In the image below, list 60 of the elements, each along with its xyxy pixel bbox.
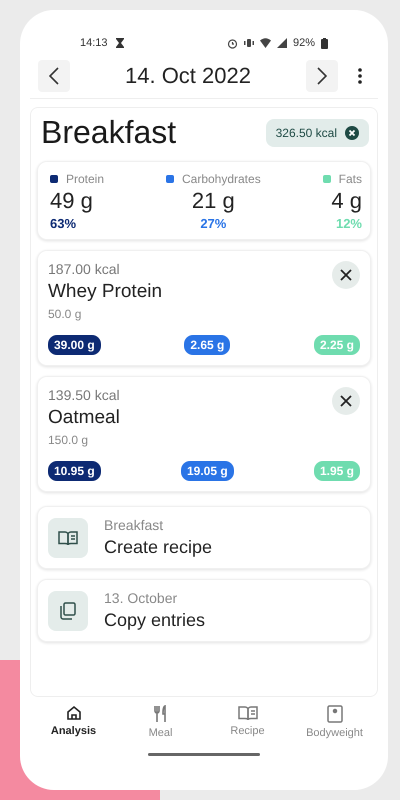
- macro-name: Fats: [338, 172, 362, 186]
- action-caption: Breakfast: [104, 517, 164, 533]
- status-time: 14:13: [80, 37, 108, 49]
- macro-amount-pill: 19.05 g: [180, 461, 234, 481]
- macro-name: Carbohydrates: [182, 172, 261, 186]
- macro-amount: 4 g: [331, 188, 362, 214]
- action-card[interactable]: 13. October Copy entries: [37, 579, 371, 642]
- wifi-icon: [260, 38, 271, 48]
- action-card[interactable]: Breakfast Create recipe: [37, 506, 371, 569]
- close-icon: [339, 394, 353, 408]
- home-icon: [66, 705, 82, 721]
- clear-icon: [345, 126, 359, 140]
- more-icon: [358, 68, 362, 84]
- meal-title: Breakfast: [41, 114, 176, 151]
- battery-icon: [321, 38, 328, 48]
- action-label: Create recipe: [104, 537, 212, 558]
- macro-percent: 63%: [50, 216, 76, 231]
- macro-amount: 21 g: [192, 188, 235, 214]
- entry-weight: 50.0 g: [48, 307, 82, 321]
- nav-tab[interactable]: Recipe: [208, 705, 288, 739]
- macro-percent: 27%: [200, 216, 226, 231]
- alarm-icon: [226, 38, 238, 48]
- action-label: Copy entries: [104, 610, 206, 631]
- food-entry-card[interactable]: 187.00 kcal Whey Protein 50.0 g 39.00 g 2.65 g 2.25 g: [37, 250, 371, 366]
- next-day-button[interactable]: [306, 60, 338, 92]
- nav-tab[interactable]: Meal: [120, 705, 200, 739]
- nav-tab[interactable]: Bodyweight: [294, 705, 374, 739]
- macro-percent: 12%: [336, 216, 362, 231]
- chevron-left-icon: [49, 67, 59, 85]
- close-icon: [339, 268, 353, 282]
- battery-percent: 92%: [292, 37, 315, 49]
- chevron-right-icon: [317, 67, 327, 85]
- fork-knife-icon: [152, 705, 168, 723]
- food-entry-card[interactable]: 139.50 kcal Oatmeal 150.0 g 10.95 g 19.05 g 1.95 g: [37, 376, 371, 492]
- macro-amount-pill: 2.65 g: [184, 335, 230, 355]
- macro-amount-pill: 10.95 g: [48, 461, 101, 481]
- entry-name: Whey Protein: [48, 281, 162, 303]
- vibrate-icon: [244, 38, 254, 48]
- total-kcal-chip[interactable]: 326.50 kcal: [266, 118, 369, 146]
- entry-kcal: 187.00 kcal: [48, 261, 121, 277]
- book-icon: [58, 530, 78, 546]
- remove-entry-button[interactable]: [332, 261, 360, 289]
- book-icon: [238, 705, 258, 721]
- hourglass-icon: [116, 38, 124, 48]
- remove-entry-button[interactable]: [332, 387, 360, 415]
- copy-icon: [59, 602, 77, 620]
- macro-amount-pill: 2.25 g: [314, 335, 360, 355]
- signal-icon: [276, 38, 287, 48]
- macro-amount-pill: 39.00 g: [48, 335, 101, 355]
- macro-amount: 49 g: [50, 188, 93, 214]
- macro-amount-pill: 1.95 g: [314, 461, 360, 481]
- nav-tab[interactable]: Analysis: [34, 705, 114, 739]
- entry-weight: 150.0 g: [48, 433, 90, 447]
- entry-kcal: 139.50 kcal: [48, 387, 120, 403]
- date-title: 14. Oct 2022: [124, 63, 252, 89]
- scale-icon: [326, 705, 342, 723]
- previous-day-button[interactable]: [38, 60, 70, 92]
- macro-name: Protein: [66, 172, 104, 186]
- action-caption: 13. October: [104, 590, 178, 606]
- entry-name: Oatmeal: [48, 407, 120, 429]
